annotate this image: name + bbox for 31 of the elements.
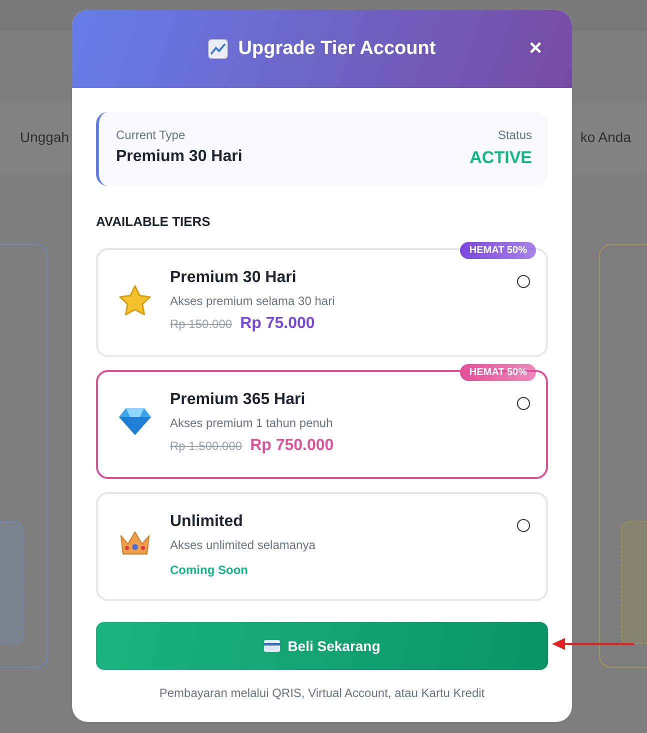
status-value: ACTIVE [470, 148, 532, 168]
tab-label: Unggah [20, 129, 70, 145]
radio-button[interactable] [517, 397, 530, 410]
original-price: Rp 1.500.000 [170, 439, 242, 453]
credit-card-icon [264, 640, 280, 652]
radio-button[interactable] [517, 519, 530, 532]
status-label: Status [496, 128, 532, 142]
price: Rp 75.000 [240, 315, 315, 333]
current-type-label: Current Type [116, 128, 186, 142]
close-button[interactable]: × [529, 37, 542, 59]
diamond-icon [118, 406, 152, 436]
original-price: Rp 150.000 [170, 317, 232, 331]
tier-name: Unlimited [170, 512, 244, 532]
tab-label: ko Anda [580, 129, 631, 145]
chart-icon [208, 39, 228, 59]
status-text: Coming Soon [170, 563, 248, 577]
section-title: AVAILABLE TIERS [96, 214, 212, 229]
radio-button[interactable] [517, 275, 530, 288]
star-icon [118, 284, 152, 318]
modal-title: Upgrade Tier Account [238, 38, 436, 60]
tier-description: Akses premium 1 tahun penuh [170, 416, 334, 430]
tier-name: Premium 30 Hari [170, 268, 298, 288]
discount-badge: HEMAT 50% [460, 364, 536, 381]
price: Rp 750.000 [250, 437, 334, 455]
tier-name: Premium 365 Hari [170, 390, 306, 410]
payment-note: Pembayaran melalui QRIS, Virtual Account, atau Kartu Kredit [158, 686, 486, 700]
current-type-value: Premium 30 Hari [116, 148, 242, 166]
tier-card[interactable]: Unlimited Akses unlimited selamanya Coming Soon [96, 492, 548, 601]
tier-description: Akses premium selama 30 hari [170, 294, 336, 308]
tier-description: Akses unlimited selamanya [170, 538, 316, 552]
discount-badge: HEMAT 50% [460, 242, 536, 259]
